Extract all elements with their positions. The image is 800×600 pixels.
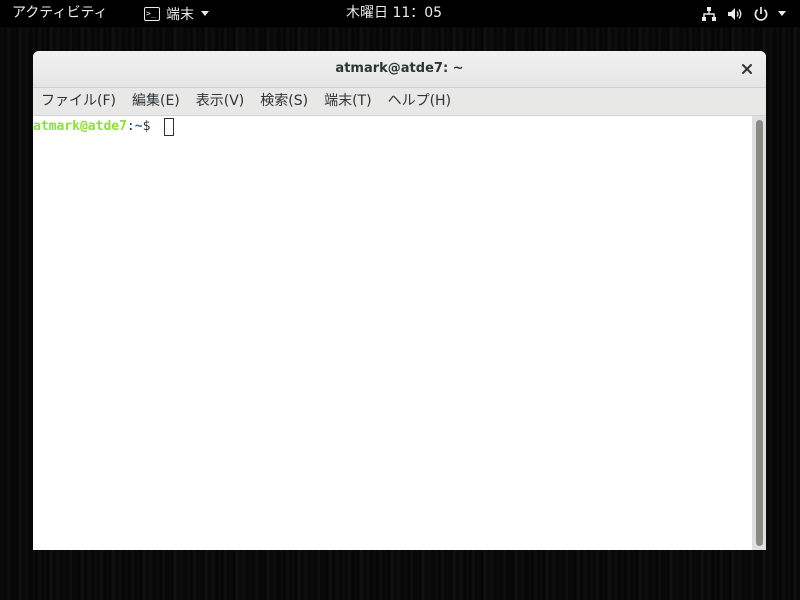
prompt-user-host: atmark@atde7 xyxy=(33,119,127,134)
prompt-path: ~ xyxy=(134,119,143,134)
terminal-area[interactable]: atmark@atde7: ~ $ xyxy=(33,116,752,550)
chevron-down-icon xyxy=(778,11,786,16)
activities-button[interactable]: アクティビティ xyxy=(12,0,108,27)
prompt-separator: : xyxy=(126,119,135,134)
terminal-window: atmark@atde7: ~ ファイル(F) 編集(E) 表示(V) 検索(S… xyxy=(33,51,766,550)
top-bar: アクティビティ >_ 端末 木曜日 11：05 xyxy=(0,0,800,27)
menu-bar: ファイル(F) 編集(E) 表示(V) 検索(S) 端末(T) ヘルプ(H) xyxy=(33,88,766,116)
window-titlebar[interactable]: atmark@atde7: ~ xyxy=(33,51,766,88)
clock[interactable]: 木曜日 11：05 xyxy=(346,0,442,27)
prompt-symbol: $ xyxy=(142,119,159,134)
app-menu-button[interactable]: >_ 端末 xyxy=(144,0,209,27)
close-icon[interactable] xyxy=(738,60,756,78)
menu-help[interactable]: ヘルプ(H) xyxy=(380,88,459,115)
menu-file[interactable]: ファイル(F) xyxy=(33,88,124,115)
scrollbar[interactable] xyxy=(752,116,766,550)
menu-view[interactable]: 表示(V) xyxy=(188,88,253,115)
network-icon xyxy=(702,6,716,21)
volume-icon xyxy=(728,7,742,20)
system-menu[interactable] xyxy=(701,0,786,27)
chevron-down-icon xyxy=(201,11,209,16)
prompt-line: atmark@atde7: ~ $ xyxy=(33,118,175,136)
app-menu-label: 端末 xyxy=(166,6,194,23)
text-cursor xyxy=(164,118,175,136)
power-icon xyxy=(754,6,768,21)
menu-edit[interactable]: 編集(E) xyxy=(124,88,188,115)
menu-search[interactable]: 検索(S) xyxy=(252,88,316,115)
window-title: atmark@atde7: ~ xyxy=(335,61,464,76)
scrollbar-thumb[interactable] xyxy=(756,120,763,546)
terminal-icon: >_ xyxy=(144,6,160,21)
menu-terminal[interactable]: 端末(T) xyxy=(316,88,379,115)
